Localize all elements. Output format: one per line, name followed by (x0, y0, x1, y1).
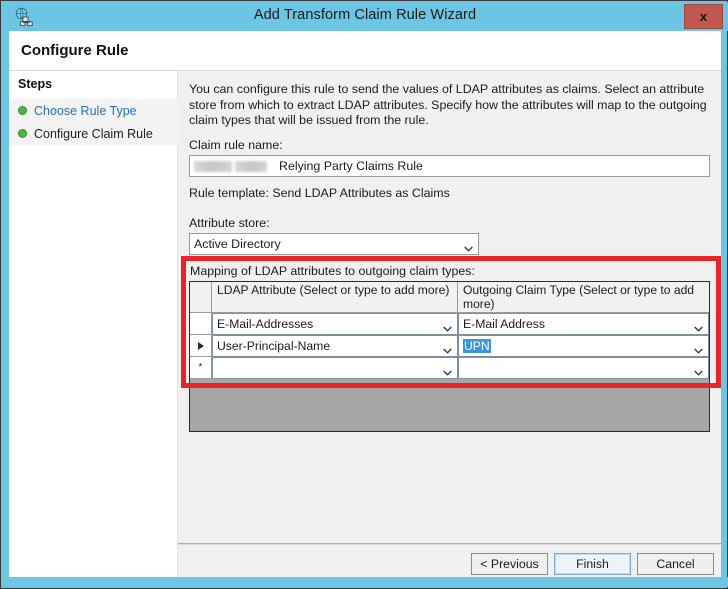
attribute-store-value: Active Directory (194, 237, 281, 251)
chevron-down-icon (443, 365, 452, 376)
sidebar-item-configure-claim-rule[interactable]: Configure Claim Rule (9, 122, 178, 145)
cell-value-selected: UPN (463, 339, 491, 353)
outgoing-claim-type-select[interactable]: UPN (458, 335, 709, 357)
claim-rule-name-value: Relying Party Claims Rule (279, 159, 423, 173)
grid-column-header-outgoing-claim-type: Outgoing Claim Type (Select or type to a… (458, 282, 709, 313)
chevron-down-icon (694, 365, 703, 376)
page-title: Configure Rule (21, 42, 129, 59)
grid-header-row: LDAP Attribute (Select or type to add mo… (190, 282, 709, 313)
intro-text: You can configure this rule to send the … (189, 82, 707, 127)
sidebar-item-label: Choose Rule Type (34, 103, 137, 118)
grid-row-marker[interactable] (190, 313, 212, 335)
steps-title: Steps (18, 77, 53, 91)
chevron-down-icon (694, 343, 703, 354)
ldap-attribute-select[interactable]: E-Mail-Addresses (212, 313, 458, 335)
grid-row-header-corner (190, 282, 212, 313)
cell-value: E-Mail-Addresses (217, 317, 314, 331)
grid-row-marker-new[interactable]: * (190, 357, 212, 379)
claim-rule-name-label: Claim rule name: (189, 138, 283, 152)
grid-column-header-ldap-attribute: LDAP Attribute (Select or type to add mo… (212, 282, 458, 313)
outgoing-claim-type-select[interactable]: E-Mail Address (458, 313, 709, 335)
chevron-down-icon (694, 321, 703, 332)
page-header: Configure Rule (9, 31, 721, 71)
ldap-mapping-grid[interactable]: LDAP Attribute (Select or type to add mo… (189, 281, 710, 432)
rule-template-text: Rule template: Send LDAP Attributes as C… (189, 186, 450, 200)
step-complete-icon (18, 106, 27, 115)
grid-row-marker-current[interactable] (190, 335, 212, 357)
redacted-block (194, 160, 232, 172)
attention-highlight-box-edge (716, 256, 721, 388)
table-row[interactable]: User-Principal-Name UPN (190, 335, 709, 357)
current-row-arrow-icon (197, 341, 204, 350)
close-button[interactable]: x (684, 4, 723, 29)
attribute-store-label: Attribute store: (189, 216, 270, 230)
cell-value: E-Mail Address (463, 317, 545, 331)
ldap-attribute-select[interactable]: User-Principal-Name (212, 335, 458, 357)
steps-sidebar: Steps Choose Rule Type Configure Claim R… (9, 71, 178, 579)
table-row[interactable]: E-Mail-Addresses E-Mail Address (190, 313, 709, 335)
sidebar-item-label: Configure Claim Rule (34, 126, 153, 141)
window-bottom-edge (2, 577, 728, 587)
window-title: Add Transform Claim Rule Wizard (253, 7, 477, 23)
ldap-attribute-select[interactable] (212, 357, 458, 379)
chevron-down-icon (464, 241, 473, 252)
chevron-down-icon (443, 321, 452, 332)
wizard-window: Add Transform Claim Rule Wizard x Config… (0, 0, 728, 589)
title-bar: Add Transform Claim Rule Wizard x (2, 2, 728, 31)
redacted-block (235, 160, 267, 172)
finish-button[interactable]: Finish (554, 553, 631, 575)
table-row[interactable]: * (190, 357, 709, 379)
outgoing-claim-type-select[interactable] (458, 357, 709, 379)
attribute-store-select[interactable]: Active Directory (189, 233, 479, 255)
mapping-label: Mapping of LDAP attributes to outgoing c… (190, 264, 475, 278)
cancel-button[interactable]: Cancel (637, 553, 714, 575)
sidebar-item-choose-rule-type[interactable]: Choose Rule Type (9, 99, 178, 122)
claim-rule-name-input[interactable]: Relying Party Claims Rule (189, 155, 710, 177)
chevron-down-icon (443, 343, 452, 354)
content-panel: You can configure this rule to send the … (178, 71, 721, 543)
cell-value: User-Principal-Name (217, 339, 331, 353)
dialog-footer: < Previous Finish Cancel (178, 544, 721, 579)
previous-button[interactable]: < Previous (471, 553, 548, 575)
step-complete-icon (18, 129, 27, 138)
